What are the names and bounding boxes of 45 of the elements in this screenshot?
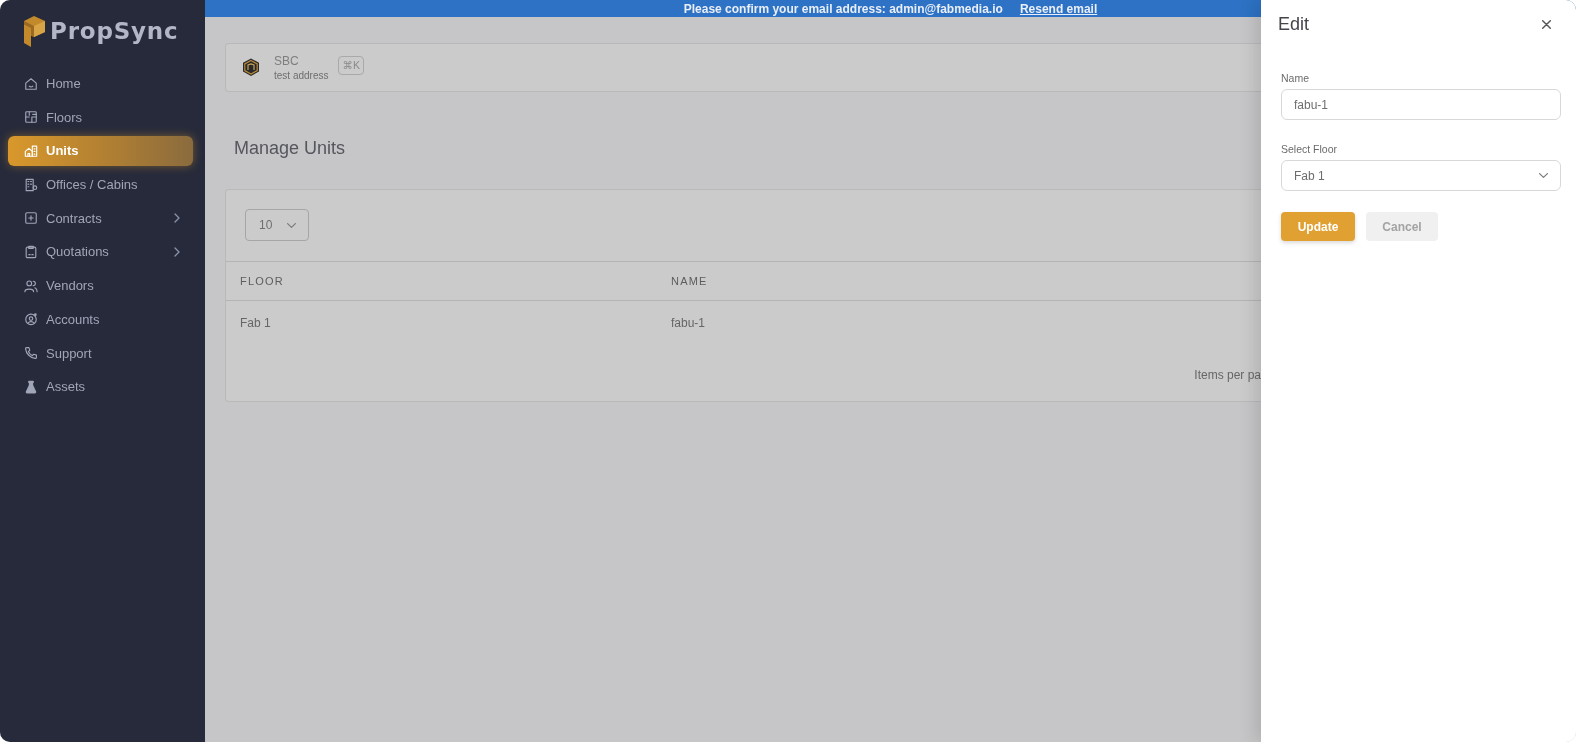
shortcut-badge: ⌘K <box>338 56 364 75</box>
nav-item[interactable]: Contracts <box>8 203 193 234</box>
building-icon <box>24 143 38 158</box>
office-building-icon <box>24 177 38 192</box>
nav-item[interactable]: Quotations <box>8 236 193 267</box>
nav-item[interactable]: Offices / Cabins <box>8 169 193 200</box>
phone-icon <box>24 346 38 360</box>
resend-email-link[interactable]: Resend email <box>1019 1 1098 16</box>
page-title: Manage Units <box>234 137 347 159</box>
column-header: NAME <box>671 275 709 287</box>
nav-item[interactable]: Vendors <box>8 270 193 301</box>
home-icon <box>24 76 38 91</box>
chevron-down-icon <box>287 222 296 228</box>
nav-item[interactable]: Support <box>8 338 193 368</box>
close-button[interactable] <box>1539 17 1553 31</box>
workspace-name: SBC <box>274 53 300 68</box>
column-header: FLOOR <box>240 275 285 287</box>
brand-name: PropSync <box>50 17 179 45</box>
text-input[interactable]: fabu-1 <box>1281 89 1561 120</box>
chevron-down-icon <box>1539 173 1548 178</box>
table-cell-text: fabu-1 <box>671 316 707 330</box>
nav-item[interactable]: Floors <box>8 102 193 133</box>
workspace-address: test address <box>274 69 329 82</box>
pagination-label: Items per pa <box>1194 368 1261 382</box>
field-label: Name <box>1281 71 1310 85</box>
clipboard-icon <box>24 244 38 259</box>
company-logo-icon <box>242 58 260 77</box>
nav-item[interactable]: Accounts <box>8 304 193 335</box>
user-circle-icon <box>24 312 38 327</box>
workspace-card[interactable]: SBC test address ⌘K <box>225 43 1261 92</box>
logo-icon <box>24 15 45 47</box>
flask-icon <box>24 379 38 394</box>
users-icon <box>24 278 38 293</box>
nav-item[interactable]: Home <box>8 68 193 99</box>
close-icon <box>1541 19 1551 29</box>
banner-message: Please confirm your email address: admin@fabmedia.io <box>683 1 1003 16</box>
drawer-title: Edit <box>1278 13 1310 35</box>
nav-item[interactable]: Assets <box>8 371 193 402</box>
floor-plan-icon <box>24 110 38 125</box>
page-size-select[interactable]: 10 <box>245 209 309 241</box>
table-cell-text: Fab 1 <box>240 316 272 330</box>
field-label: Select Floor <box>1281 142 1339 156</box>
plus-square-icon <box>24 211 38 226</box>
select-field[interactable]: Fab 1 <box>1281 160 1561 191</box>
nav-item[interactable]: Units <box>8 135 193 166</box>
